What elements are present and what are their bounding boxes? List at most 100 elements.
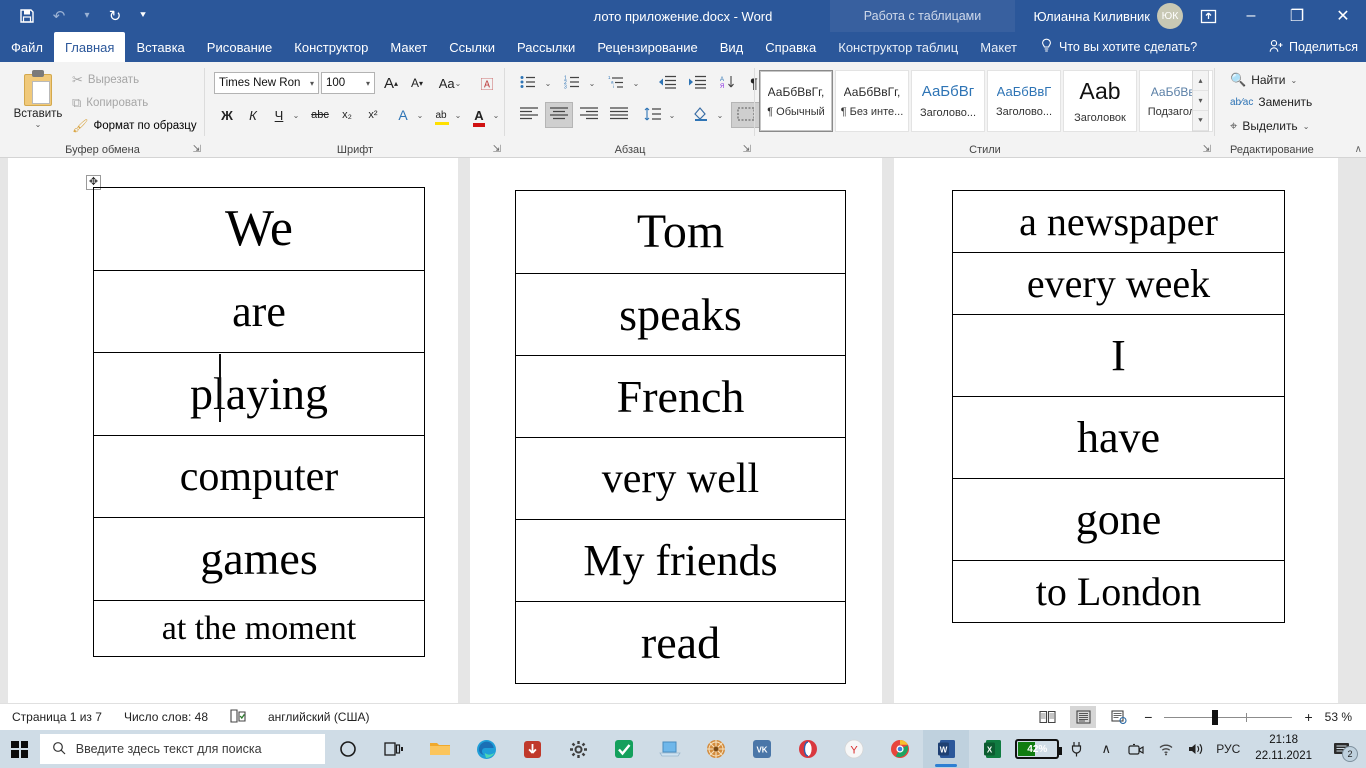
tab-review[interactable]: Рецензирование	[586, 32, 708, 62]
taskbar-search-box[interactable]: Введите здесь текст для поиска	[39, 734, 326, 764]
replace-button[interactable]: ab⁄ac Заменить	[1230, 95, 1312, 109]
table-cell[interactable]: Tom	[515, 190, 846, 274]
document-page-2[interactable]: Tom speaks French very well My friends r…	[470, 158, 882, 703]
table-cell[interactable]: games	[93, 517, 425, 601]
table-row[interactable]: very well	[515, 437, 846, 520]
table-row[interactable]: a newspaper	[952, 190, 1285, 253]
align-right-button[interactable]	[575, 103, 603, 127]
table-cell[interactable]: I	[952, 314, 1285, 397]
style-item-title[interactable]: Ааb Заголовок	[1063, 70, 1137, 132]
zoom-level[interactable]: 53 %	[1325, 710, 1352, 724]
table-cell[interactable]: My friends	[515, 519, 846, 602]
table-row[interactable]: speaks	[515, 273, 846, 356]
table-cell[interactable]: computer	[93, 435, 425, 518]
avatar[interactable]: ЮК	[1157, 3, 1183, 29]
power-plug-icon[interactable]	[1061, 730, 1091, 768]
table-row[interactable]: computer	[93, 435, 425, 518]
chevron-down-icon[interactable]: ▾	[310, 79, 314, 88]
remote-desktop-icon[interactable]	[647, 730, 693, 768]
grow-font-button[interactable]: A ▴	[379, 71, 403, 95]
print-layout-icon[interactable]	[1070, 706, 1097, 728]
shrink-font-button[interactable]: A ▾	[405, 71, 429, 95]
start-button[interactable]	[0, 730, 40, 768]
find-button[interactable]: 🔍 Найти ⌄	[1230, 72, 1297, 88]
word-icon[interactable]: W	[923, 730, 970, 768]
tab-view[interactable]: Вид	[709, 32, 755, 62]
clear-formatting-button[interactable]: 🄰	[475, 71, 499, 95]
web-layout-icon[interactable]	[1106, 706, 1132, 728]
justify-button[interactable]	[605, 103, 633, 127]
line-spacing-dropdown-icon[interactable]: ⌄	[665, 103, 679, 127]
format-painter-button[interactable]: 🖌 Формат по образцу	[72, 118, 197, 134]
zoom-slider-thumb[interactable]	[1212, 709, 1219, 725]
styles-dialog-launcher-icon[interactable]: ⇲	[1203, 144, 1211, 155]
numbering-dropdown-icon[interactable]: ⌄	[585, 71, 599, 95]
text-effects-button[interactable]: A	[391, 103, 415, 127]
file-explorer-icon[interactable]	[417, 730, 463, 768]
table-cell[interactable]: at the moment	[93, 600, 425, 657]
table-cell[interactable]: gone	[952, 478, 1285, 561]
decrease-indent-button[interactable]	[653, 71, 681, 95]
table-cell[interactable]: We	[93, 187, 425, 271]
multilevel-dropdown-icon[interactable]: ⌄	[629, 71, 643, 95]
word-table-1[interactable]: We are playing computer games at the mom…	[93, 187, 425, 657]
tab-layout[interactable]: Макет	[379, 32, 438, 62]
settings-gear-icon[interactable]	[555, 730, 601, 768]
document-canvas[interactable]: ✥ We are playing computer games at the m…	[0, 158, 1366, 703]
table-cell[interactable]: speaks	[515, 273, 846, 356]
copy-button[interactable]: ⧉ Копировать	[72, 95, 148, 111]
change-case-button[interactable]: Aa ⌄	[433, 71, 467, 95]
task-view-icon[interactable]	[371, 730, 417, 768]
share-button[interactable]: Поделиться	[1269, 32, 1358, 62]
strikethrough-button[interactable]: abc	[305, 103, 335, 127]
style-item-no-spacing[interactable]: АаБбВвГг, ¶ Без инте...	[835, 70, 909, 132]
save-icon[interactable]	[12, 3, 42, 29]
italic-button[interactable]: К	[241, 103, 265, 127]
text-effects-dropdown-icon[interactable]: ⌄	[413, 103, 427, 127]
word-count[interactable]: Число слов: 48	[124, 710, 208, 724]
bullets-button[interactable]	[515, 71, 541, 95]
table-row[interactable]: I	[952, 314, 1285, 397]
restore-button[interactable]: ❐	[1274, 0, 1320, 32]
wheel-app-icon[interactable]	[693, 730, 739, 768]
collapse-ribbon-button[interactable]: ∧	[1355, 144, 1362, 155]
volume-icon[interactable]	[1181, 730, 1211, 768]
tab-mailings[interactable]: Рассылки	[506, 32, 586, 62]
shading-button[interactable]	[687, 103, 713, 127]
paste-dropdown-icon[interactable]: ⌄	[35, 120, 42, 129]
style-item-normal[interactable]: АаБбВвГг, ¶ Обычный	[759, 70, 833, 132]
page-indicator[interactable]: Страница 1 из 7	[12, 710, 102, 724]
document-page-1[interactable]: ✥ We are playing computer games at the m…	[8, 158, 458, 703]
table-cell[interactable]: have	[952, 396, 1285, 479]
underline-dropdown-icon[interactable]: ⌄	[289, 103, 303, 127]
align-left-button[interactable]	[515, 103, 543, 127]
sort-button[interactable]: AЯ	[716, 71, 740, 95]
tab-home[interactable]: Главная	[53, 32, 126, 62]
table-row[interactable]: gone	[952, 478, 1285, 561]
multilevel-list-button[interactable]: 1ai	[603, 71, 629, 95]
ribbon-display-options-icon[interactable]	[1190, 0, 1226, 32]
document-page-3[interactable]: a newspaper every week I have gone to Lo…	[894, 158, 1338, 703]
table-row[interactable]: We	[93, 187, 425, 271]
table-row[interactable]: every week	[952, 252, 1285, 315]
table-cell[interactable]: to London	[952, 560, 1285, 623]
tab-design[interactable]: Конструктор	[283, 32, 379, 62]
wifi-icon[interactable]	[1151, 730, 1181, 768]
cortana-icon[interactable]	[325, 730, 371, 768]
table-row[interactable]: playing	[93, 352, 425, 436]
highlight-dropdown-icon[interactable]: ⌄	[451, 103, 465, 127]
styles-scroll-up-icon[interactable]: ▴	[1193, 71, 1208, 91]
table-cell[interactable]: are	[93, 270, 425, 353]
read-mode-icon[interactable]	[1034, 706, 1060, 728]
word-table-3[interactable]: a newspaper every week I have gone to Lo…	[952, 190, 1285, 623]
table-row[interactable]: have	[952, 396, 1285, 479]
tab-references[interactable]: Ссылки	[438, 32, 506, 62]
table-row[interactable]: Tom	[515, 190, 846, 274]
clipboard-dialog-launcher-icon[interactable]: ⇲	[193, 144, 201, 155]
font-color-dropdown-icon[interactable]: ⌄	[489, 103, 503, 127]
checkmark-app-icon[interactable]	[601, 730, 647, 768]
table-cell[interactable]: playing	[93, 352, 425, 436]
styles-scroll-down-icon[interactable]: ▾	[1193, 91, 1208, 111]
tab-table-layout[interactable]: Макет	[969, 32, 1028, 62]
zoom-slider[interactable]	[1164, 709, 1293, 725]
